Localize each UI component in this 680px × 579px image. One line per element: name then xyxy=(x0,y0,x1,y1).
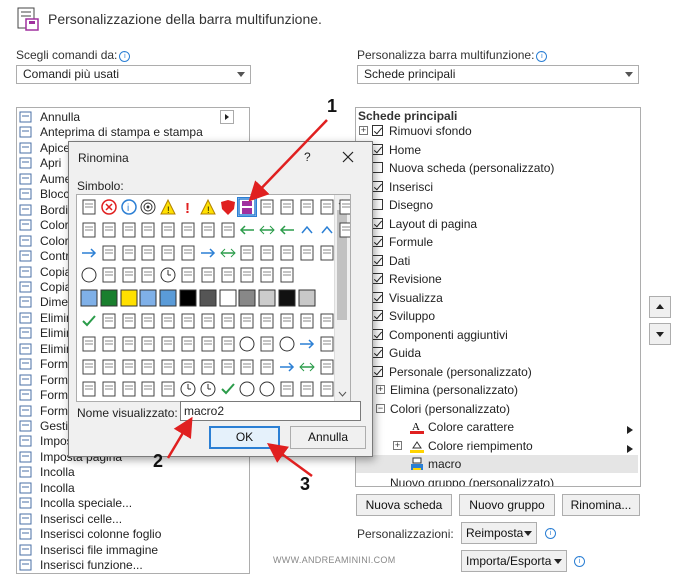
arrow-3 xyxy=(266,443,313,478)
arrow-2 xyxy=(166,416,193,459)
callout-number-3: 3 xyxy=(300,474,311,494)
callout-number-1: 1 xyxy=(327,96,338,116)
arrow-1 xyxy=(248,119,328,202)
callout-number-2: 2 xyxy=(153,451,164,471)
callout-arrows xyxy=(166,119,328,478)
